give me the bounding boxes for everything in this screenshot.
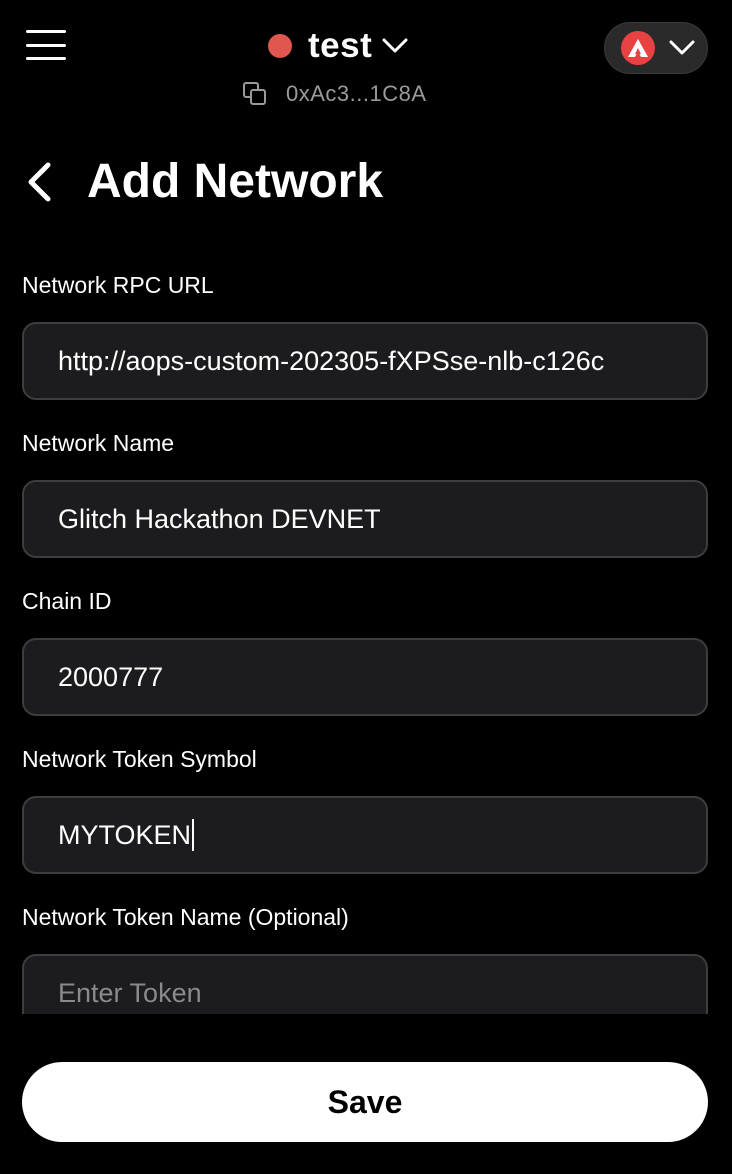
network-name-value: Glitch Hackathon DEVNET — [58, 503, 381, 534]
token-symbol-label: Network Token Symbol — [22, 746, 257, 772]
network-name-label: Network Name — [22, 430, 175, 456]
chevron-down-icon — [669, 40, 695, 56]
add-network-page: test 0xAc3...1C8A Add Network Network RP… — [0, 0, 732, 1174]
network-name-field: Network Name Glitch Hackathon DEVNET — [22, 428, 708, 558]
chain-id-value: 2000777 — [58, 661, 164, 692]
copy-address-button[interactable]: 0xAc3...1C8A — [242, 80, 427, 108]
token-name-label: Network Token Name (Optional) — [22, 904, 349, 930]
add-network-form[interactable]: Network RPC URL http://aops-custom-20230… — [0, 250, 732, 1014]
token-name-input[interactable]: Enter Token — [22, 954, 708, 1014]
account-name: test — [308, 26, 373, 65]
hamburger-icon[interactable] — [26, 30, 66, 60]
account-status-dot — [268, 34, 292, 58]
avalanche-logo-icon — [621, 31, 655, 65]
rpc-url-input[interactable]: http://aops-custom-202305-fXPSse-nlb-c12… — [22, 322, 708, 400]
back-button[interactable] — [24, 162, 56, 202]
wallet-address: 0xAc3...1C8A — [286, 81, 427, 106]
menu-line — [26, 57, 66, 60]
network-switcher[interactable] — [604, 22, 708, 74]
chain-id-input[interactable]: 2000777 — [22, 638, 708, 716]
network-name-input[interactable]: Glitch Hackathon DEVNET — [22, 480, 708, 558]
rpc-url-value: http://aops-custom-202305-fXPSse-nlb-c12… — [58, 345, 605, 376]
menu-line — [26, 43, 66, 47]
token-name-placeholder: Enter Token — [58, 977, 202, 1008]
rpc-url-label: Network RPC URL — [22, 272, 214, 298]
token-symbol-value: MYTOKEN — [58, 819, 192, 850]
page-title: Add Network — [87, 155, 384, 208]
chevron-down-icon — [382, 38, 408, 54]
token-name-field: Network Token Name (Optional) Enter Toke… — [22, 902, 708, 1014]
save-button[interactable]: Save — [22, 1062, 708, 1142]
menu-line — [26, 30, 66, 33]
chain-id-field: Chain ID 2000777 — [22, 586, 708, 716]
chevron-left-icon — [24, 162, 56, 206]
rpc-url-field: Network RPC URL http://aops-custom-20230… — [22, 270, 708, 400]
text-caret — [192, 819, 195, 851]
token-symbol-input[interactable]: MYTOKEN — [22, 796, 708, 874]
token-symbol-field: Network Token Symbol MYTOKEN — [22, 744, 708, 874]
account-switcher[interactable]: test — [268, 24, 408, 68]
chain-id-label: Chain ID — [22, 588, 112, 614]
copy-icon — [242, 81, 268, 107]
